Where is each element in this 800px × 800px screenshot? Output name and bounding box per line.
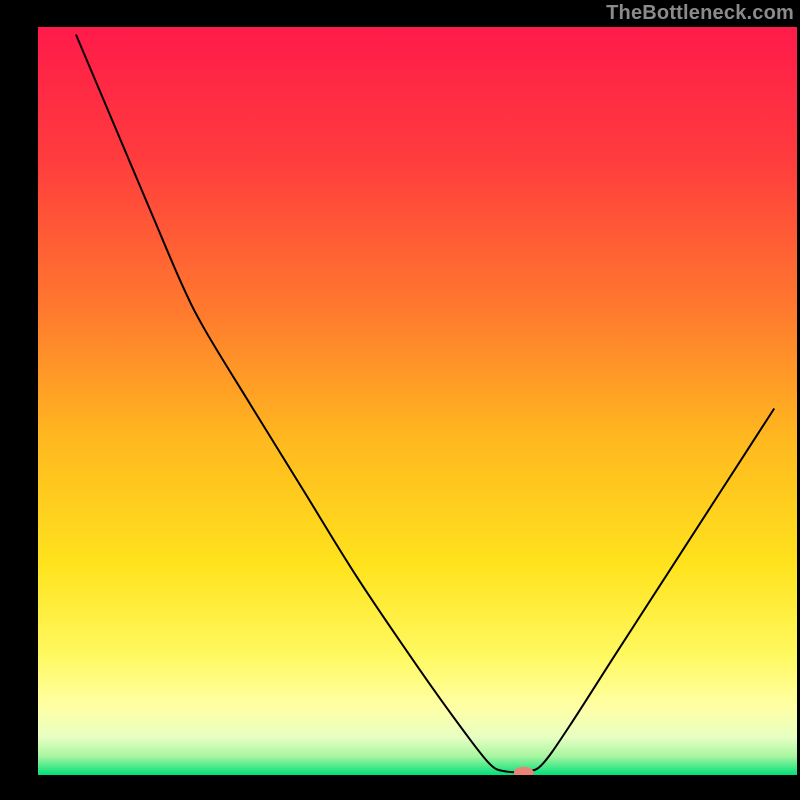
plot-background bbox=[38, 27, 797, 775]
chart-container: TheBottleneck.com bbox=[0, 0, 800, 800]
optimal-marker bbox=[514, 767, 534, 779]
watermark-text: TheBottleneck.com bbox=[606, 2, 794, 25]
bottleneck-chart bbox=[0, 0, 800, 800]
